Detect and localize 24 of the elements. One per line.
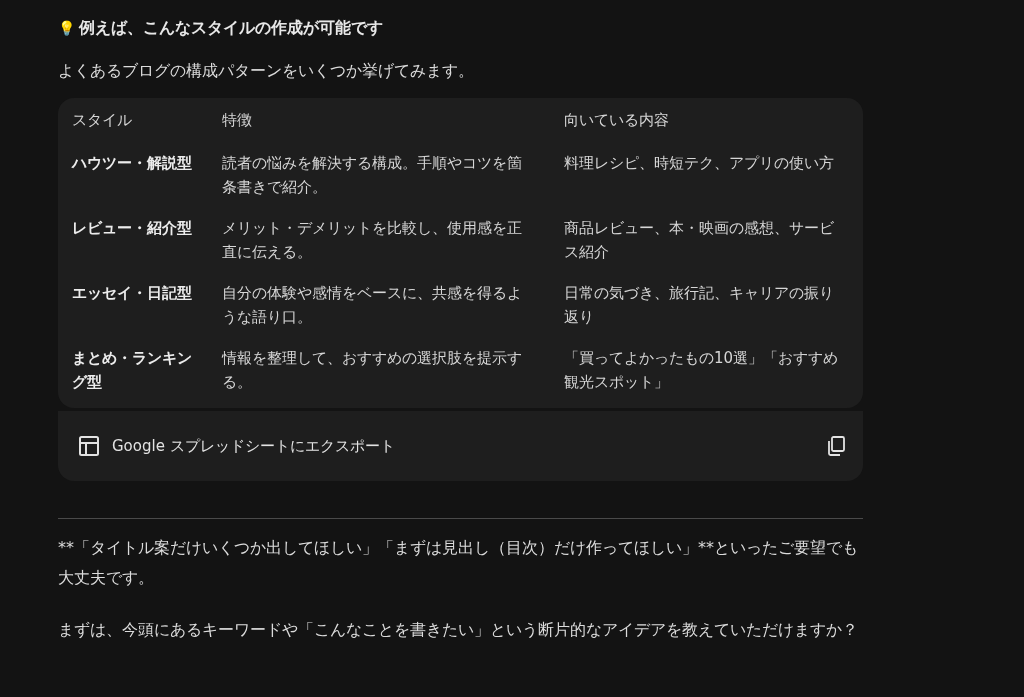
- table-cell-text: エッセイ・日記型: [72, 283, 193, 304]
- table-cell-text: 日常の気づき、旅行記、キャリアの振り返り: [564, 283, 835, 328]
- copy-button[interactable]: [827, 436, 845, 456]
- table-cell-text: 商品レビュー、本・映画の感想、サービス紹介: [564, 218, 835, 263]
- paragraph: まずは、今頭にあるキーワードや「こんなことを書きたい」という断片的なアイデアを教えていただけますか？: [58, 619, 859, 641]
- table-cell-text: 情報を整理して、おすすめの選択肢を提示する。: [222, 348, 523, 393]
- section-heading: 例えば、こんなスタイルの作成が可能です: [79, 17, 383, 39]
- table-cell-text: 料理レシピ、時短テク、アプリの使い方: [564, 153, 835, 174]
- table-cell-text: 自分の体験や感情をベースに、共感を得るような語り口。: [222, 283, 523, 328]
- table-cell-text: まとめ・ランキング型: [72, 348, 193, 393]
- table-icon: [78, 435, 100, 457]
- column-header: 特徴: [222, 110, 253, 131]
- lightbulb-icon: 💡: [58, 16, 75, 40]
- table-cell-text: 読者の悩みを解決する構成。手順やコツを箇条書きで紹介。: [222, 153, 523, 198]
- copy-icon: [827, 436, 845, 456]
- export-button[interactable]: Google スプレッドシートにエクスポート: [78, 435, 395, 457]
- column-header: スタイル: [72, 110, 133, 131]
- table-cell-text: メリット・デメリットを比較し、使用感を正直に伝える。: [222, 218, 523, 263]
- table-cell-text: ハウツー・解説型: [72, 153, 193, 174]
- column-header: 向いている内容: [564, 110, 670, 131]
- intro-text: よくあるブログの構成パターンをいくつか挙げてみます。: [58, 60, 475, 82]
- table-cell-text: レビュー・紹介型: [72, 218, 193, 239]
- paragraph: **「タイトル案だけいくつか出してほしい」「まずは見出し（目次）だけ作ってほしい」**といったご要望でも大丈夫です。: [58, 537, 859, 589]
- table-cell-text: 「買ってよかったもの10選」「おすすめ観光スポット」: [564, 348, 840, 393]
